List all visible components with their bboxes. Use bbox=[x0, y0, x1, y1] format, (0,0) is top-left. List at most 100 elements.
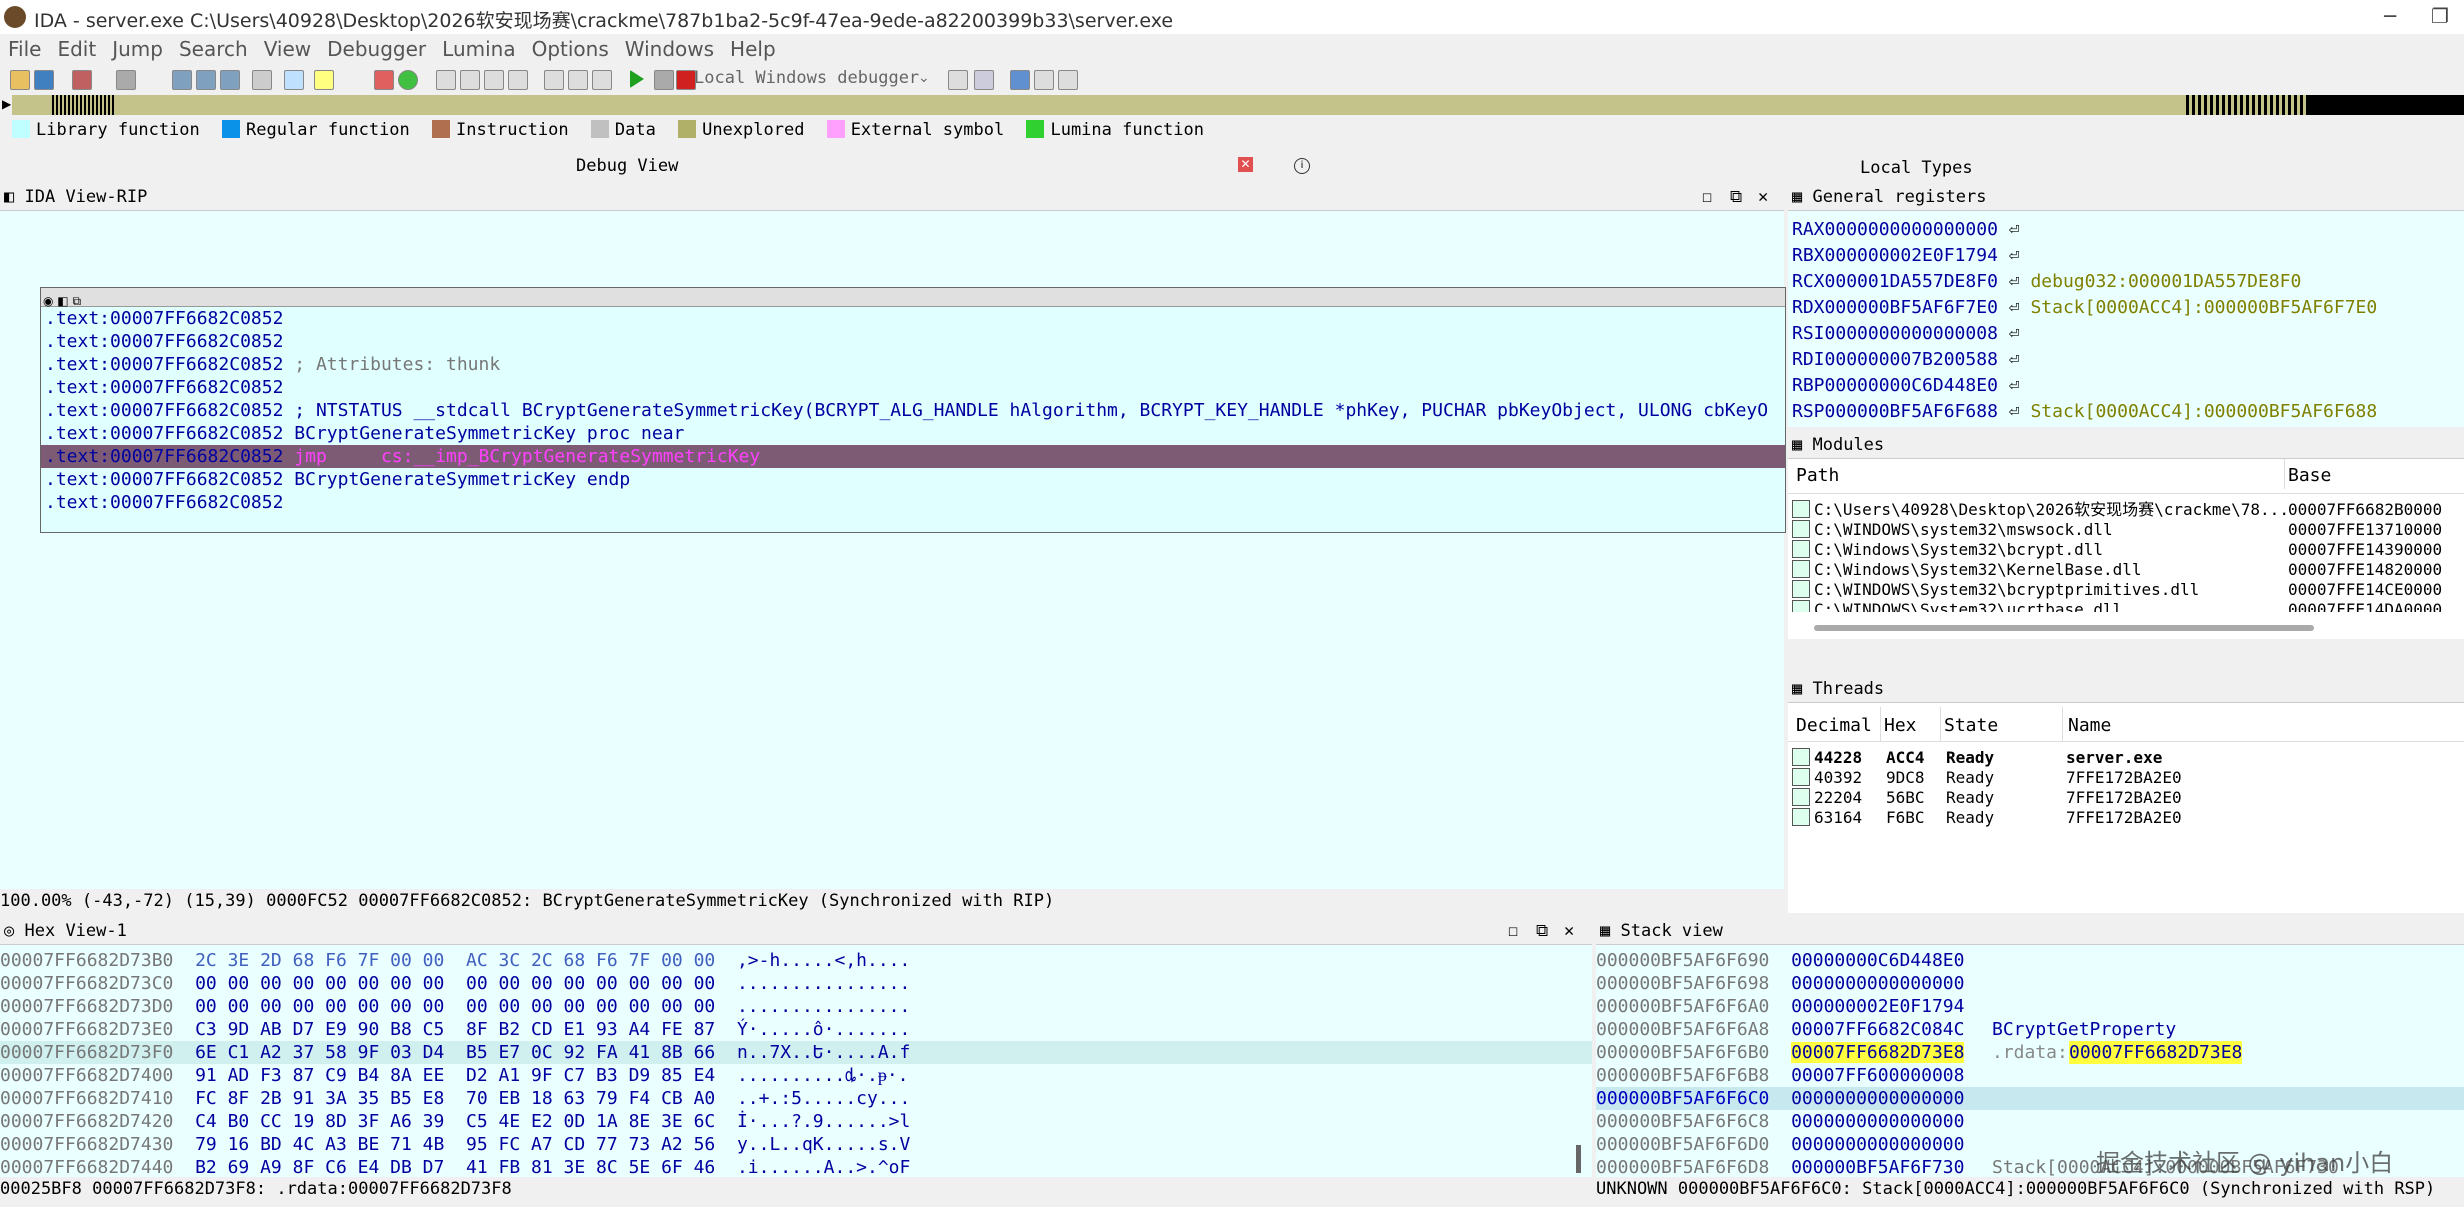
register-row[interactable]: RBX000000002E0F1794 ⏎ bbox=[1792, 243, 2464, 269]
save-icon[interactable] bbox=[34, 70, 54, 90]
func-icon[interactable] bbox=[544, 70, 564, 90]
threads-panel[interactable]: Decimal Hex State Name 44228 ACC4 Ready ser… bbox=[1788, 703, 2464, 913]
struct-icon[interactable] bbox=[460, 70, 480, 90]
stack-row[interactable]: 000000BF5AF6F6B8 00007FF600000008 bbox=[1596, 1064, 2464, 1087]
registers-panel[interactable]: RAX0000000000000000 ⏎ RBX000000002E0F179… bbox=[1788, 211, 2464, 427]
hexview-icon[interactable] bbox=[1010, 70, 1030, 90]
stack-row-current[interactable]: 000000BF5AF6F6C0 0000000000000000 bbox=[1596, 1087, 2464, 1110]
hex-row[interactable]: 00007FF6682D7430 79 16 BD 4C A3 BE 71 4B… bbox=[0, 1133, 1592, 1156]
register-row[interactable]: RSP000000BF5AF6F688 ⏎ Stack[0000ACC4]:00… bbox=[1792, 399, 2464, 425]
tab-local-types[interactable]: i Local Types bbox=[1280, 152, 2464, 180]
thread-row[interactable]: 22204 56BC Ready 7FFE172BA2E0 bbox=[1788, 788, 2464, 808]
text-icon[interactable] bbox=[314, 70, 334, 90]
graph-node[interactable]: ◉ ◧ ⧉ .text:00007FF6682C0852 .text:00007… bbox=[40, 287, 1786, 533]
stack-row[interactable]: 000000BF5AF6F698 0000000000000000 bbox=[1596, 972, 2464, 995]
strings-icon[interactable] bbox=[568, 70, 588, 90]
xref-icon[interactable] bbox=[220, 70, 240, 90]
code-line-current[interactable]: .text:00007FF6682C0852 jmp cs:__imp_BCry… bbox=[41, 445, 1785, 468]
register-row[interactable]: RSI0000000000000008 ⏎ bbox=[1792, 321, 2464, 347]
open-icon[interactable] bbox=[10, 70, 30, 90]
names-icon[interactable] bbox=[508, 70, 528, 90]
hex-row[interactable]: 00007FF6682D73B0 2C 3E 2D 68 F6 7F 00 00… bbox=[0, 949, 1592, 972]
menu-view[interactable]: View bbox=[256, 34, 319, 64]
debugger-select[interactable]: Local Windows debugger bbox=[694, 68, 934, 90]
module-row[interactable]: C:\Users\40928\Desktop\2026软安现场赛\crackme… bbox=[1788, 500, 2464, 520]
code-line[interactable]: .text:00007FF6682C0852 ; Attributes: thu… bbox=[45, 353, 1785, 376]
stack-row[interactable]: 000000BF5AF6F6A0 000000002E0F1794 bbox=[1596, 995, 2464, 1018]
lumina-icon[interactable] bbox=[398, 70, 418, 90]
register-row[interactable]: RDI000000007B200588 ⏎ bbox=[1792, 347, 2464, 373]
graph-icon[interactable] bbox=[374, 70, 394, 90]
minimize-icon[interactable]: ─ bbox=[2378, 4, 2402, 28]
hex-row[interactable]: 00007FF6682D7420 C4 B0 CC 19 8D 3F A6 39… bbox=[0, 1110, 1592, 1133]
menu-lumina[interactable]: Lumina bbox=[434, 34, 523, 64]
arrow-up-icon[interactable] bbox=[284, 70, 304, 90]
ida-view-canvas[interactable]: ◉ ◧ ⧉ .text:00007FF6682C0852 .text:00007… bbox=[0, 211, 1786, 889]
enum-icon[interactable] bbox=[484, 70, 504, 90]
float-icon[interactable]: ⧉ bbox=[1730, 184, 1742, 210]
close-icon[interactable]: ✕ bbox=[1564, 918, 1574, 944]
register-row[interactable]: RBP00000000C6D448E0 ⏎ bbox=[1792, 373, 2464, 399]
navigation-band[interactable]: ▶ bbox=[0, 95, 2464, 115]
modules-col-path[interactable]: Path bbox=[1796, 459, 1839, 501]
chevron-down-icon[interactable]: ⌄ bbox=[918, 70, 930, 86]
code-line[interactable]: .text:00007FF6682C0852 bbox=[45, 330, 1785, 353]
edit-icon[interactable] bbox=[72, 70, 92, 90]
jump-back-icon[interactable] bbox=[196, 70, 216, 90]
thread-row[interactable]: 40392 9DC8 Ready 7FFE172BA2E0 bbox=[1788, 768, 2464, 788]
menu-edit[interactable]: Edit bbox=[49, 34, 104, 64]
attach-icon[interactable] bbox=[948, 70, 968, 90]
menu-file[interactable]: File bbox=[0, 34, 49, 64]
maximize-icon[interactable]: ☐ bbox=[1508, 918, 1518, 944]
register-row[interactable]: RDX000000BF5AF6F7E0 ⏎ Stack[0000ACC4]:00… bbox=[1792, 295, 2464, 321]
menu-windows[interactable]: Windows bbox=[617, 34, 722, 64]
tab-debug-view[interactable]: Debug View ✕ bbox=[0, 152, 1280, 180]
modules-col-base[interactable]: Base bbox=[2288, 459, 2331, 501]
module-row[interactable]: C:\WINDOWS\System32\ucrtbase.dll 00007FFE… bbox=[1788, 600, 2464, 612]
code-line[interactable]: .text:00007FF6682C0852 BCryptGenerateSym… bbox=[45, 468, 1785, 491]
code-line[interactable]: .text:00007FF6682C0852 ; NTSTATUS __stdc… bbox=[45, 399, 1785, 422]
hex-row[interactable]: 00007FF6682D7400 91 AD F3 87 C9 B4 8A EE… bbox=[0, 1064, 1592, 1087]
stack-row[interactable]: 000000BF5AF6F6B0 00007FF6682D73E8 .rdata:… bbox=[1596, 1041, 2464, 1064]
menu-help[interactable]: Help bbox=[722, 34, 784, 64]
play-icon[interactable] bbox=[630, 70, 644, 88]
code-line[interactable]: .text:00007FF6682C0852 bbox=[45, 491, 1785, 514]
register-row[interactable]: RCX000001DA557DE8F0 ⏎ debug032:000001DA5… bbox=[1792, 269, 2464, 295]
hex-row[interactable]: 00007FF6682D7410 FC 8F 2B 91 3A 35 B5 E8… bbox=[0, 1087, 1592, 1110]
patch-icon[interactable] bbox=[116, 70, 136, 90]
thread-row[interactable]: 63164 F6BC Ready 7FFE172BA2E0 bbox=[1788, 808, 2464, 828]
restore-icon[interactable]: ❐ bbox=[2428, 4, 2452, 28]
stack-row[interactable]: 000000BF5AF6F6C8 0000000000000000 bbox=[1596, 1110, 2464, 1133]
maximize-icon[interactable]: ☐ bbox=[1702, 184, 1712, 210]
code-line[interactable]: .text:00007FF6682C0852 BCryptGenerateSym… bbox=[45, 422, 1785, 445]
node-color-icon[interactable]: ◉ ◧ ⧉ bbox=[43, 294, 81, 308]
menu-options[interactable]: Options bbox=[524, 34, 617, 64]
module-row[interactable]: C:\Windows\System32\bcrypt.dll 00007FFE14… bbox=[1788, 540, 2464, 560]
threads-col-hex[interactable]: Hex bbox=[1884, 715, 1917, 736]
close-icon[interactable]: ✕ bbox=[1238, 157, 1253, 172]
hex-row[interactable]: 00007FF6682D73D0 00 00 00 00 00 00 00 00… bbox=[0, 995, 1592, 1018]
tree-icon[interactable] bbox=[1058, 70, 1078, 90]
menu-debugger[interactable]: Debugger bbox=[319, 34, 434, 64]
stop-icon[interactable] bbox=[676, 70, 696, 90]
hex-row[interactable]: 00007FF6682D73C0 00 00 00 00 00 00 00 00… bbox=[0, 972, 1592, 995]
imports-icon[interactable] bbox=[592, 70, 612, 90]
threads-col-decimal[interactable]: Decimal bbox=[1796, 715, 1872, 736]
hex-row[interactable]: 00007FF6682D73E0 C3 9D AB D7 E9 90 B8 C5… bbox=[0, 1018, 1592, 1041]
menu-jump[interactable]: Jump bbox=[104, 34, 171, 64]
code-line[interactable]: .text:00007FF6682C0852 bbox=[45, 307, 1785, 330]
register-row[interactable]: RAX0000000000000000 ⏎ bbox=[1792, 217, 2464, 243]
close-icon[interactable]: ✕ bbox=[1758, 184, 1768, 210]
segment-icon[interactable] bbox=[436, 70, 456, 90]
hex-row[interactable]: 00007FF6682D7440 B2 69 A9 8F C6 E4 DB D7… bbox=[0, 1156, 1592, 1177]
refresh-icon[interactable] bbox=[974, 70, 994, 90]
copy-icon[interactable] bbox=[252, 70, 272, 90]
hex-scrollbar[interactable] bbox=[1576, 1145, 1581, 1173]
stack-row[interactable]: 000000BF5AF6F6A8 00007FF6682C084C BCryptG… bbox=[1596, 1018, 2464, 1041]
nav-arrow-icon[interactable]: ▶ bbox=[2, 97, 11, 111]
module-row[interactable]: C:\WINDOWS\system32\mswsock.dll 00007FFE1… bbox=[1788, 520, 2464, 540]
stack-row[interactable]: 000000BF5AF6F690 00000000C6D448E0 bbox=[1596, 949, 2464, 972]
module-row[interactable]: C:\WINDOWS\System32\bcryptprimitives.dll… bbox=[1788, 580, 2464, 600]
float-icon[interactable]: ⧉ bbox=[1536, 918, 1548, 944]
modules-panel[interactable]: Path Base C:\Users\40928\Desktop\2026软安现… bbox=[1788, 459, 2464, 639]
